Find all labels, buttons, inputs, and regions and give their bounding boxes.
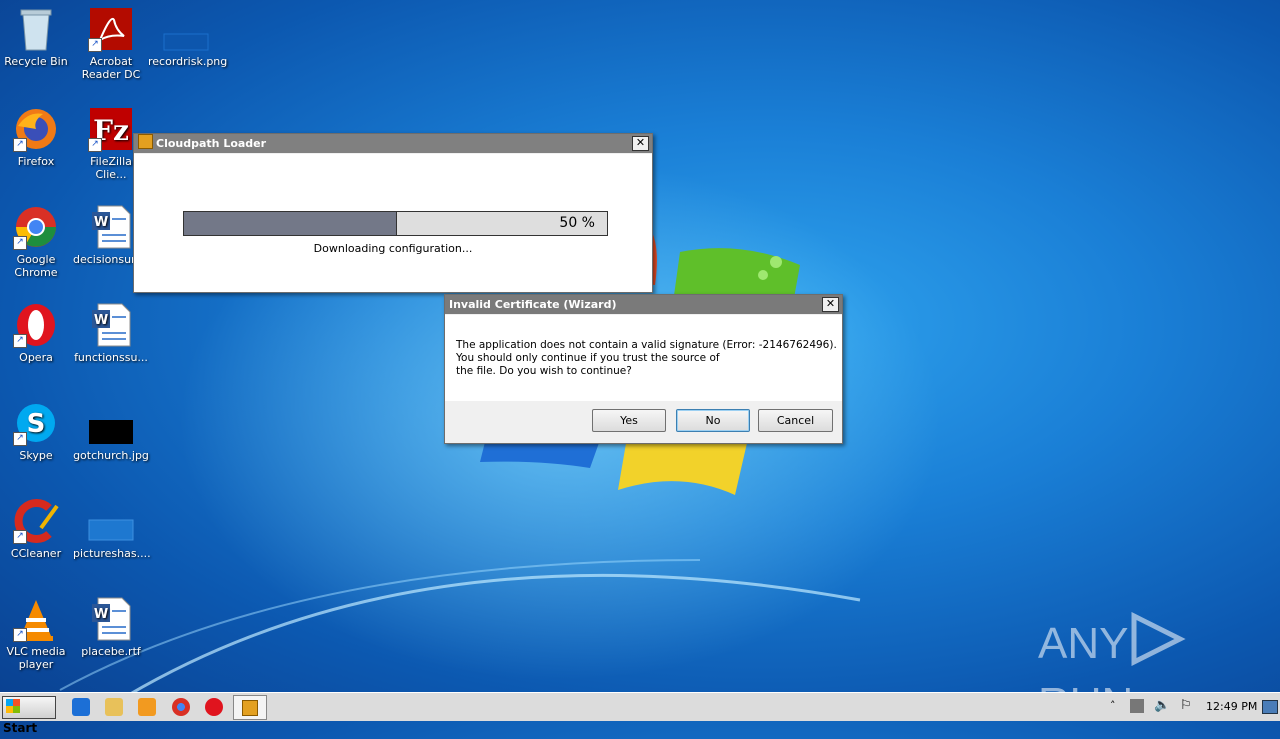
file-explorer-taskbar-icon[interactable] (105, 698, 123, 716)
cloudpath-taskbar-button[interactable] (233, 695, 267, 720)
system-tray: ˄ 🔈 ⚐ 12:49 PM (1106, 695, 1280, 719)
desktop-icon-placebe[interactable]: W placebe.rtf (73, 596, 149, 658)
close-icon: ✕ (825, 297, 836, 310)
image-file-icon (88, 400, 134, 446)
desktop-icon-recordrisk[interactable]: recordrisk.png (148, 6, 228, 68)
svg-text:W: W (94, 607, 108, 622)
no-button[interactable]: No (676, 409, 750, 432)
desktop-icon-label: Recycle Bin (4, 55, 68, 68)
image-file-icon (163, 6, 209, 52)
play-logo-icon (1131, 611, 1187, 667)
loader-title: Cloudpath Loader (156, 137, 267, 150)
desktop-icon-functionssu[interactable]: W functionssu... (73, 302, 149, 364)
loader-progress-fill (184, 212, 397, 235)
loader-progress-bar: 50 % (183, 211, 608, 236)
desktop-icon-gotchurch[interactable]: gotchurch.jpg (73, 400, 149, 462)
cert-dialog-close-button[interactable]: ✕ (822, 297, 839, 312)
desktop-icon-label: VLC media player (6, 645, 66, 671)
cert-dialog-title: Invalid Certificate (Wizard) (449, 298, 617, 311)
shortcut-arrow-icon: ↗ (13, 236, 27, 250)
desktop-icon-label: Skype (19, 449, 53, 462)
loader-body: 50 % Downloading configuration... (134, 154, 652, 292)
clock[interactable]: 12:49 PM (1206, 700, 1257, 713)
desktop-icon-label: recordrisk.png (148, 55, 228, 68)
media-player-taskbar-icon[interactable] (138, 698, 156, 716)
desktop-icon-opera[interactable]: ↗ Opera (0, 302, 74, 364)
desktop-icon-recycle-bin[interactable]: Recycle Bin (0, 6, 74, 68)
show-desktop-icon[interactable] (1262, 700, 1278, 714)
desktop-icon-firefox[interactable]: ↗ Firefox (0, 106, 74, 168)
svg-text:W: W (94, 313, 108, 328)
acrobat-icon: ↗ (88, 6, 134, 52)
desktop-icon-google-chrome[interactable]: ↗ Google Chrome (0, 204, 74, 279)
vlc-icon: ↗ (13, 596, 59, 642)
desktop-icon-label: Acrobat Reader DC (81, 55, 141, 81)
cert-dialog-message-area: The application does not contain a valid… (445, 315, 842, 401)
action-center-flag-icon[interactable]: ⚐ (1180, 698, 1192, 713)
desktop-icon-label: Firefox (17, 155, 55, 168)
shortcut-arrow-icon: ↗ (13, 432, 27, 446)
internet-explorer-taskbar-icon[interactable] (72, 698, 90, 716)
cert-message-line: The application does not contain a valid… (456, 339, 837, 351)
desktop-icon-vlc[interactable]: ↗ VLC media player (0, 596, 74, 671)
invalid-certificate-dialog[interactable]: Invalid Certificate (Wizard) ✕ The appli… (444, 294, 843, 444)
cert-dialog-message: The application does not contain a valid… (456, 339, 837, 378)
desktop-icon-label: gotchurch.jpg (73, 449, 149, 462)
desktop-icon-label: functionssu... (74, 351, 148, 364)
desktop-icon-acrobat-reader[interactable]: ↗ Acrobat Reader DC (73, 6, 149, 81)
yes-button[interactable]: Yes (592, 409, 666, 432)
loader-app-icon (138, 134, 153, 149)
desktop-icon-label: Google Chrome (14, 253, 58, 279)
cert-message-line: You should only continue if you trust th… (456, 352, 720, 364)
start-button[interactable]: Start (2, 696, 56, 735)
loader-status-text: Downloading configuration... (313, 242, 473, 255)
cert-dialog-titlebar[interactable]: Invalid Certificate (Wizard) ✕ (445, 295, 842, 314)
opera-icon: ↗ (13, 302, 59, 348)
recycle-bin-icon (13, 6, 59, 52)
desktop-icon-label: pictureshas.... (73, 547, 151, 560)
desktop-icon-label: placebe.rtf (81, 645, 141, 658)
shortcut-arrow-icon: ↗ (88, 138, 102, 152)
shortcut-arrow-icon: ↗ (88, 38, 102, 52)
word-document-icon: W (88, 596, 134, 642)
anyrun-watermark: ANYRUN (1038, 611, 1280, 728)
opera-taskbar-icon[interactable] (205, 698, 223, 716)
filezilla-icon: Fz ↗ (88, 106, 134, 152)
loader-titlebar[interactable]: Cloudpath Loader ✕ (134, 134, 652, 153)
shortcut-arrow-icon: ↗ (13, 530, 27, 544)
taskbar: Start ˄ 🔈 ⚐ 12:49 PM (0, 692, 1280, 735)
show-hidden-icons-chevron-icon[interactable]: ˄ (1110, 699, 1116, 712)
start-label: Start (3, 721, 38, 735)
firefox-icon: ↗ (13, 106, 59, 152)
desktop-icon-label: CCleaner (10, 547, 62, 560)
desktop-icon-ccleaner[interactable]: ↗ CCleaner (0, 498, 74, 560)
word-document-icon: W (88, 302, 134, 348)
shortcut-arrow-icon: ↗ (13, 628, 27, 642)
svg-text:S: S (27, 409, 46, 439)
chrome-icon: ↗ (13, 204, 59, 250)
desktop-icon-label: Opera (19, 351, 53, 364)
svg-text:W: W (94, 215, 108, 230)
chrome-taskbar-icon[interactable] (172, 698, 190, 716)
volume-icon[interactable]: 🔈 (1154, 698, 1170, 713)
shortcut-arrow-icon: ↗ (13, 138, 27, 152)
cloudpath-app-icon (242, 700, 258, 716)
loader-close-button[interactable]: ✕ (632, 136, 649, 151)
watermark-text-left: ANY (1038, 619, 1129, 668)
cert-message-line: the file. Do you wish to continue? (456, 365, 632, 377)
desktop-icon-skype[interactable]: S ↗ Skype (0, 400, 74, 462)
cloudpath-loader-window[interactable]: Cloudpath Loader ✕ 50 % Downloading conf… (133, 133, 653, 293)
cancel-button[interactable]: Cancel (758, 409, 833, 432)
image-file-icon (88, 498, 134, 544)
word-document-icon: W (88, 204, 134, 250)
network-icon[interactable] (1130, 699, 1144, 713)
close-icon: ✕ (635, 136, 646, 149)
windows-logo-icon (6, 699, 20, 713)
skype-icon: S ↗ (13, 400, 59, 446)
loader-progress-text: 50 % (559, 215, 595, 231)
shortcut-arrow-icon: ↗ (13, 334, 27, 348)
ccleaner-icon: ↗ (13, 498, 59, 544)
desktop-icon-pictureshas[interactable]: pictureshas.... (73, 498, 151, 560)
